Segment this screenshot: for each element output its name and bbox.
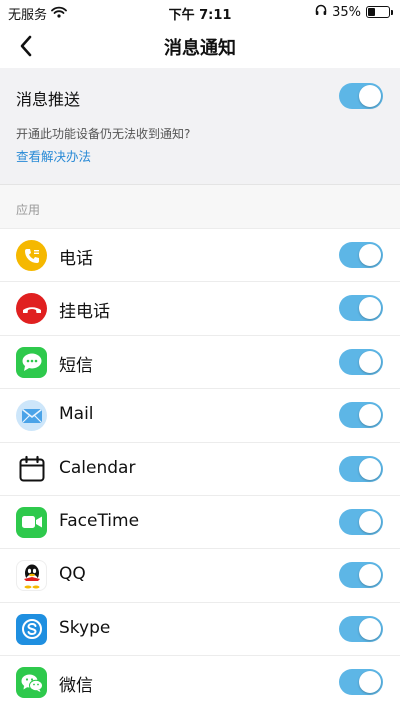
battery-percent: 35% [332,4,361,20]
app-row: 电话 [0,228,400,282]
toggle-knob [359,671,381,694]
nav-bar: 消息通知 [0,24,400,68]
wechat-icon [16,667,47,699]
status-bar: 无服务 下午 7:11 35% [0,0,400,24]
app-toggle[interactable] [339,455,383,482]
app-row: Skype [0,601,400,656]
app-name: FaceTime [59,510,140,531]
push-section: 消息推送 开通此功能设备仍无法收到通知? 查看解决办法 [0,68,400,184]
app-name: 微信 [59,676,93,697]
app-row: Calendar [0,441,400,495]
message-icon [16,346,47,378]
app-toggle[interactable] [339,242,383,268]
app-row: FaceTime [0,494,400,549]
app-name: QQ [59,564,86,585]
toggle-knob [359,564,381,587]
app-toggle[interactable] [339,402,383,429]
push-row: 消息推送 [0,68,400,124]
toggle-knob [359,244,381,266]
app-toggle[interactable] [339,348,383,375]
app-row: Mail [0,388,400,442]
mail-icon [16,400,47,432]
app-row: 短信 [0,334,400,389]
calendar-icon [16,454,47,485]
skype-icon [16,613,47,645]
app-name: 挂电话 [59,302,110,323]
qq-icon [16,560,47,592]
status-right: 35% [315,4,393,20]
app-row: 挂电话 [0,281,400,335]
app-toggle[interactable] [339,562,383,589]
toggle-knob [359,350,381,373]
battery-level [368,8,375,16]
app-name: Skype [59,617,111,638]
app-toggle[interactable] [339,615,383,642]
push-toggle[interactable] [339,83,383,109]
toggle-knob [359,510,381,533]
phone-icon [16,240,47,271]
app-list: 电话挂电话短信 Mail Calendar FaceTime QQ Skype 微信 [0,228,400,709]
app-name: 电话 [59,249,93,269]
toggle-knob [359,297,381,320]
app-name: 短信 [59,355,93,376]
app-name: Mail [59,404,94,425]
app-toggle[interactable] [339,669,383,696]
section-label: 应用 [16,203,41,217]
battery-icon [366,6,393,18]
page-title: 消息通知 [164,38,236,59]
facetime-icon [16,506,47,538]
toggle-knob [359,457,381,480]
app-name: Calendar [59,457,136,478]
app-toggle[interactable] [339,295,383,322]
toggle-knob [359,85,381,107]
app-toggle[interactable] [339,508,383,535]
toggle-knob [359,617,381,640]
app-row: 微信 [0,655,400,709]
section-header: 应用 [0,184,400,228]
push-label: 消息推送 [16,90,81,109]
toggle-knob [359,404,381,427]
solution-link[interactable]: 查看解决办法 [16,146,91,165]
headphones-icon [315,4,327,20]
push-hint: 开通此功能设备仍无法收到通知? [16,127,191,141]
app-row: QQ [0,548,400,602]
hangup-icon [16,293,47,325]
